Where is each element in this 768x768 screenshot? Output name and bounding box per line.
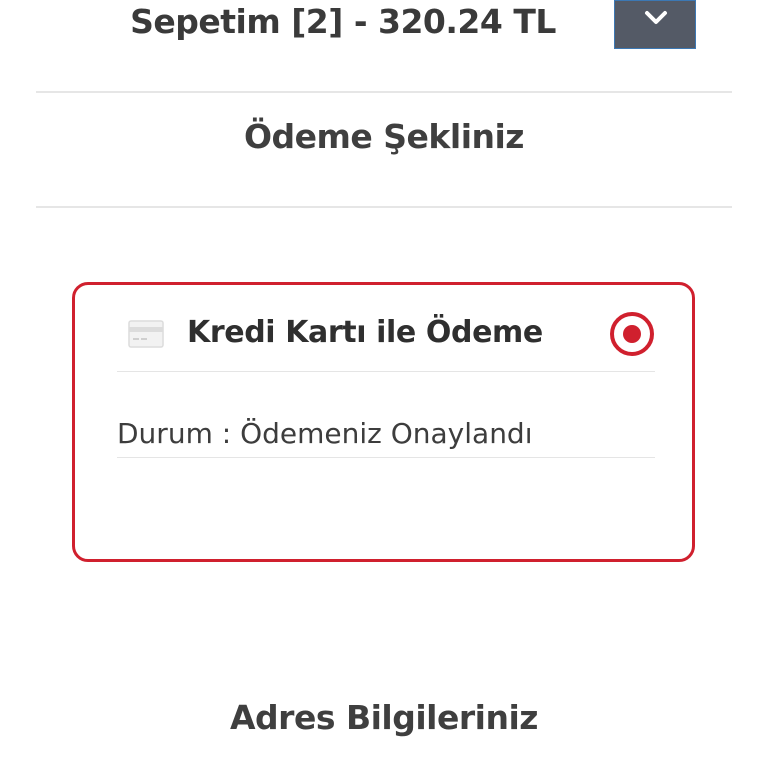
card-divider — [117, 457, 655, 458]
payment-method-label: Kredi Kartı ile Ödeme — [187, 315, 543, 350]
divider — [36, 91, 732, 93]
card-divider — [117, 371, 655, 372]
payment-status-text: Durum : Ödemeniz Onaylandı — [117, 417, 533, 450]
divider — [36, 206, 732, 208]
credit-card-icon — [128, 320, 164, 348]
payment-method-card[interactable]: Kredi Kartı ile Ödeme Durum : Ödemeniz O… — [72, 282, 695, 562]
payment-section-title: Ödeme Şekliniz — [243, 117, 525, 156]
payment-method-radio[interactable] — [610, 312, 654, 356]
chevron-down-icon — [645, 11, 667, 24]
cart-summary-title[interactable]: Sepetim [2] - 320.24 TL — [0, 2, 686, 41]
cart-toggle-button[interactable] — [614, 0, 696, 49]
cart-header: Sepetim [2] - 320.24 TL — [0, 0, 768, 50]
address-section-title: Adres Bilgileriniz — [230, 698, 538, 737]
radio-selected-dot — [623, 325, 641, 343]
